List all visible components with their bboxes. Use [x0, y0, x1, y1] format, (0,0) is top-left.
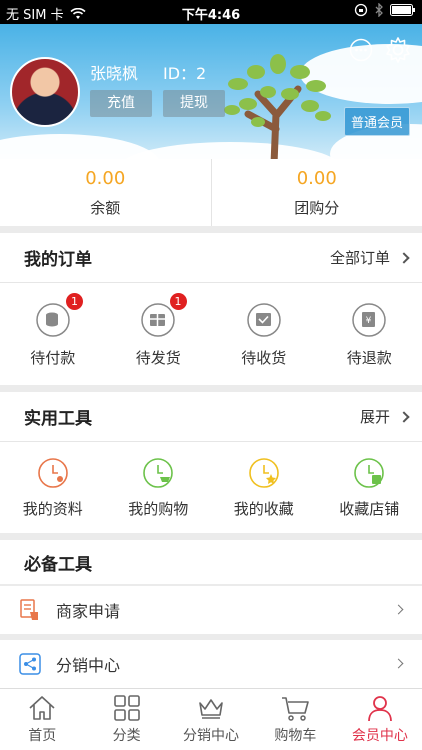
group-points-item[interactable]: 0.00 团购分 [210, 159, 422, 226]
tab-cart[interactable]: 购物车 [253, 689, 337, 750]
essentials-section: 必备工具 [0, 540, 422, 584]
group-points-value: 0.00 [296, 168, 337, 189]
all-orders-link[interactable]: 全部订单 [329, 247, 410, 268]
home-icon [29, 696, 55, 720]
category-icon [113, 695, 140, 721]
order-status-label: 待退款 [346, 349, 392, 367]
orientation-lock-icon [354, 3, 368, 17]
tool-my-favorites[interactable]: 我的收藏 [211, 456, 317, 519]
tools-title: 实用工具 [24, 409, 92, 429]
order-pending-shipment[interactable]: 1 待发货 [106, 293, 212, 368]
profile-icon [37, 458, 68, 488]
balance-value: 0.00 [85, 168, 126, 189]
tab-distribution[interactable]: 分销中心 [169, 689, 253, 750]
user-name: 张晓枫 [90, 64, 139, 83]
favorite-icon [248, 458, 279, 488]
chevron-right-icon [393, 658, 404, 669]
orders-section: 我的订单 全部订单 1 待付款 1 待发货 待收货 ¥ 待退款 [0, 233, 422, 385]
user-id: ID：2 [163, 64, 207, 83]
balance-item[interactable]: 0.00 余额 [0, 159, 211, 226]
bottom-tab-bar: 首页 分类 分销中心 购物车 会员中心 [0, 688, 422, 750]
refund-icon: ¥ [352, 303, 386, 337]
order-pending-payment[interactable]: 1 待付款 [0, 293, 106, 368]
message-icon[interactable] [349, 38, 373, 62]
expand-link[interactable]: 展开 [359, 406, 410, 427]
group-points-label: 团购分 [294, 199, 340, 217]
tab-label: 分类 [112, 728, 141, 744]
distribution-center-row[interactable]: 分销中心 [0, 640, 422, 688]
tool-label: 收藏店铺 [339, 500, 400, 518]
tool-label: 我的收藏 [233, 500, 294, 518]
chevron-right-icon [398, 251, 410, 264]
withdraw-button[interactable]: 提现 [163, 90, 225, 117]
receive-icon [247, 303, 281, 337]
orders-header: 我的订单 全部订单 [0, 233, 422, 283]
merchant-icon [20, 599, 38, 620]
order-status-label: 待发货 [135, 349, 181, 367]
all-orders-label: 全部订单 [329, 249, 390, 267]
distribution-icon [19, 653, 41, 675]
order-status-label: 待收货 [241, 349, 287, 367]
tool-my-shopping[interactable]: 我的购物 [106, 456, 212, 519]
order-status-label: 待付款 [30, 349, 76, 367]
profile-header: 张晓枫 ID：2 充值 提现 普通会员 [0, 24, 422, 159]
status-bar: 无 SIM 卡 下午4:46 [0, 0, 422, 24]
tree-illustration [224, 54, 331, 159]
battery-icon [390, 4, 415, 16]
tools-section: 实用工具 展开 我的资料 我的购物 我的收藏 收藏店铺 [0, 392, 422, 533]
tab-label: 购物车 [274, 728, 317, 744]
shopping-icon [143, 458, 174, 488]
essentials-title: 必备工具 [24, 554, 92, 575]
expand-label: 展开 [359, 408, 390, 426]
crown-icon [199, 699, 223, 719]
order-pending-refund[interactable]: ¥ 待退款 [317, 301, 422, 368]
tab-label: 首页 [28, 728, 57, 744]
merchant-application-row[interactable]: 商家申请 [0, 586, 422, 634]
cart-icon [282, 697, 310, 721]
tool-label: 我的资料 [22, 500, 83, 518]
tools-header: 实用工具 展开 [0, 392, 422, 442]
balance-panel: 0.00 余额 0.00 团购分 [0, 159, 422, 226]
row-label: 分销中心 [56, 656, 121, 675]
store-icon [354, 458, 385, 488]
tab-member-center[interactable]: 会员中心 [338, 689, 422, 750]
balance-label: 余额 [90, 199, 121, 217]
tab-label: 分销中心 [183, 728, 240, 744]
member-icon [367, 696, 392, 722]
tab-home[interactable]: 首页 [0, 689, 84, 750]
recharge-button[interactable]: 充值 [90, 90, 152, 117]
tool-my-profile[interactable]: 我的资料 [0, 456, 106, 519]
svg-text:¥: ¥ [366, 316, 372, 326]
member-level-badge: 普通会员 [343, 107, 410, 136]
tool-label: 我的购物 [128, 500, 189, 518]
gear-icon[interactable] [384, 36, 412, 64]
bluetooth-icon [375, 3, 383, 17]
order-count-badge: 1 [169, 293, 187, 310]
row-label: 商家申请 [56, 602, 121, 621]
tab-category[interactable]: 分类 [84, 689, 168, 750]
order-count-badge: 1 [66, 293, 83, 310]
orders-title: 我的订单 [24, 250, 92, 270]
chevron-right-icon [398, 410, 410, 423]
tab-label: 会员中心 [351, 728, 408, 744]
chevron-right-icon [393, 604, 404, 615]
order-pending-receipt[interactable]: 待收货 [211, 301, 317, 368]
wallet-icon [36, 303, 70, 337]
avatar[interactable] [10, 57, 80, 127]
tool-favorite-stores[interactable]: 收藏店铺 [317, 456, 422, 519]
